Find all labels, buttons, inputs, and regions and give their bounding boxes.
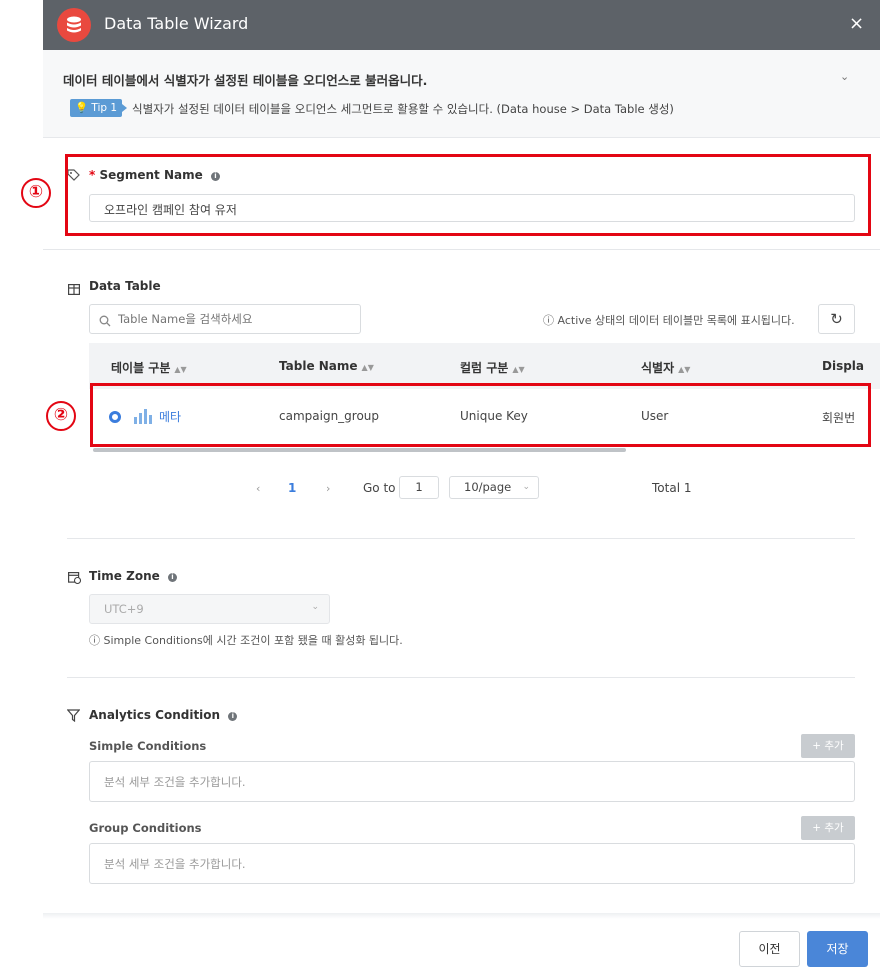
highlight-box-segment [65, 154, 871, 236]
prev-button[interactable]: 이전 [739, 931, 800, 967]
database-icon [57, 8, 91, 42]
active-note-text: Active 상태의 데이터 테이블만 목록에 표시됩니다. [557, 314, 795, 327]
search-icon [99, 312, 111, 331]
chevron-down-icon: ⌄ [311, 602, 319, 612]
data-table-label: Data Table [89, 279, 161, 293]
sort-icon: ▲▼ [361, 363, 374, 372]
column-header-table-type[interactable]: 테이블 구분 ▲▼ [111, 359, 187, 376]
footer-divider [43, 913, 880, 919]
refresh-icon: ↻ [830, 310, 843, 328]
analytics-condition-text: Analytics Condition [89, 708, 221, 722]
sort-icon: ▲▼ [678, 365, 691, 374]
column-header-label: 테이블 구분 [111, 361, 171, 375]
page-size-value: 10/page [464, 480, 512, 494]
next-page-icon[interactable]: › [326, 482, 330, 495]
analytics-condition-label: Analytics Condition i [89, 708, 238, 722]
prev-page-icon[interactable]: ‹ [256, 482, 260, 495]
column-header-label: Displa [822, 359, 865, 373]
column-header-display[interactable]: Displa [822, 359, 880, 373]
horizontal-scrollbar[interactable] [93, 448, 626, 452]
close-icon[interactable]: × [849, 12, 864, 36]
time-zone-label: Time Zone i [89, 569, 177, 583]
data-table-wizard-dialog: Data Table Wizard × 데이터 테이블에서 식별자가 설정된 테… [43, 0, 880, 972]
simple-conditions-placeholder: 분석 세부 조건을 추가합니다. [104, 775, 246, 789]
group-conditions-placeholder: 분석 세부 조건을 추가합니다. [104, 857, 246, 871]
lightbulb-icon: 💡 [75, 102, 89, 114]
info-icon: i [167, 573, 177, 582]
column-header-identifier[interactable]: 식별자 ▲▼ [641, 359, 690, 376]
time-zone-note-text: Simple Conditions에 시간 조건이 포함 됐을 때 활성화 됩니… [103, 634, 403, 647]
group-conditions-label: Group Conditions [89, 821, 202, 835]
page-size-select[interactable]: 10/page ⌄ [449, 476, 539, 499]
filter-icon [66, 707, 81, 726]
time-zone-select[interactable]: UTC+9 ⌄ [89, 594, 330, 624]
annotation-marker-1: ① [21, 178, 51, 208]
highlight-box-table-row [90, 383, 871, 447]
total-count: Total 1 [652, 481, 692, 495]
tip-badge: 💡 Tip 1 [70, 99, 128, 117]
table-icon [68, 280, 81, 299]
divider [67, 677, 855, 678]
chevron-down-icon[interactable]: ⌄ [840, 70, 849, 83]
divider [67, 538, 855, 539]
annotation-marker-2: ② [46, 401, 76, 431]
save-button[interactable]: 저장 [807, 931, 868, 967]
column-header-column-type[interactable]: 컬럼 구분 ▲▼ [460, 359, 525, 376]
column-header-label: Table Name [279, 359, 358, 373]
goto-label: Go to [363, 481, 396, 495]
divider [43, 249, 880, 250]
chevron-down-icon: ⌄ [522, 482, 530, 492]
column-header-label: 식별자 [641, 361, 675, 375]
refresh-button[interactable]: ↻ [818, 304, 855, 334]
intro-title: 데이터 테이블에서 식별자가 설정된 테이블을 오디언스로 불러옵니다. [63, 73, 428, 88]
info-circle-icon: ⓘ [543, 314, 554, 327]
calendar-clock-icon [68, 569, 82, 588]
time-zone-text: Time Zone [89, 569, 160, 583]
simple-conditions-label: Simple Conditions [89, 739, 207, 753]
time-zone-value: UTC+9 [104, 602, 144, 616]
simple-conditions-box[interactable]: 분석 세부 조건을 추가합니다. [89, 761, 855, 802]
add-simple-condition-button[interactable]: + 추가 [801, 734, 855, 758]
add-group-condition-button[interactable]: + 추가 [801, 816, 855, 840]
column-header-label: 컬럼 구분 [460, 361, 509, 375]
table-search[interactable] [89, 304, 361, 334]
intro-panel: 데이터 테이블에서 식별자가 설정된 테이블을 오디언스로 불러옵니다. ⌄ 💡… [43, 50, 880, 138]
dialog-header: Data Table Wizard × [43, 0, 880, 50]
search-input[interactable] [116, 311, 346, 327]
sort-icon: ▲▼ [174, 365, 187, 374]
info-circle-icon: ⓘ [89, 634, 100, 647]
column-header-table-name[interactable]: Table Name ▲▼ [279, 359, 374, 373]
sort-icon: ▲▼ [512, 365, 525, 374]
time-zone-note: ⓘ Simple Conditions에 시간 조건이 포함 됐을 때 활성화 … [89, 632, 403, 648]
page-number-current[interactable]: 1 [288, 481, 296, 495]
tip-text: 식별자가 설정된 데이터 테이블을 오디언스 세그먼트로 활용할 수 있습니다.… [132, 102, 674, 116]
group-conditions-box[interactable]: 분석 세부 조건을 추가합니다. [89, 843, 855, 884]
info-icon: i [228, 712, 238, 721]
active-note: ⓘ Active 상태의 데이터 테이블만 목록에 표시됩니다. [543, 312, 795, 328]
tip-badge-label: Tip 1 [91, 102, 118, 114]
dialog-title: Data Table Wizard [104, 14, 249, 33]
goto-input[interactable]: 1 [399, 476, 439, 499]
